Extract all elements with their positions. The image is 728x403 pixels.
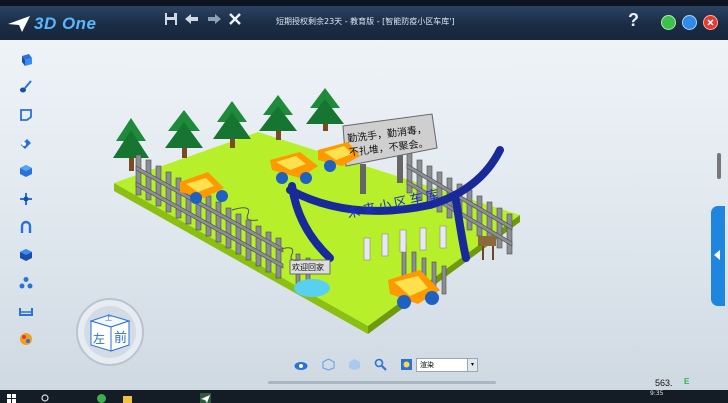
title-bar: 3D One 短期授权剩余23天 - 教育版 - [智能防疫小区车库'] ? [0,0,728,40]
title-strip [0,0,728,6]
eye-icon[interactable] [294,359,308,377]
view-cube-top-label[interactable]: 上 [105,313,112,323]
start-icon[interactable] [6,391,17,403]
app-logo[interactable]: 3D One [8,12,97,36]
brush-icon[interactable] [16,77,36,97]
side-indicator [717,153,721,179]
view-cube-front-label[interactable]: 前 [114,327,127,346]
save-icon[interactable] [164,12,178,32]
restore-button[interactable] [682,15,697,30]
welcome-sign-text: 欢迎回家 [292,263,324,272]
app-window: 3D One 短期授权剩余23天 - 教育版 - [智能防疫小区车库'] ? 勤… [0,0,728,403]
shaded-icon[interactable] [348,358,361,376]
3done-taskbar-icon[interactable] [200,391,211,403]
edit-shape-icon[interactable] [16,133,36,153]
material-icon[interactable] [16,329,36,349]
sketch-icon[interactable] [16,105,36,125]
close-button[interactable] [703,15,718,30]
special-feature-icon[interactable] [16,161,36,181]
toolbar-divider [268,381,496,384]
render-mode-select[interactable]: 渲染 ▾ [416,358,478,372]
measure-icon[interactable] [16,301,36,321]
zoom-icon[interactable] [374,358,387,376]
redo-icon[interactable] [207,12,221,32]
expand-panel-tab[interactable] [711,206,725,306]
eval-badge: E [684,377,690,386]
cube-tool-icon[interactable] [16,50,36,70]
browser-icon[interactable] [96,391,107,403]
minimize-button[interactable] [661,15,676,30]
color-icon[interactable] [16,245,36,265]
combine-icon[interactable] [16,217,36,237]
view-cube[interactable]: 上 左 前 [75,297,145,367]
view-icon[interactable] [322,358,335,376]
brand-name: 3D One [34,14,97,33]
render-mode-value: 渲染 [420,361,434,369]
undo-icon[interactable] [185,12,199,32]
taskbar-clock: 9:35 [650,390,664,397]
chevron-down-icon: ▾ [467,359,477,371]
folder-icon[interactable] [122,391,133,403]
pattern-icon[interactable] [16,273,36,293]
help-button[interactable]: ? [628,10,639,31]
coordinate-readout: 563. [655,378,673,388]
search-icon[interactable] [40,391,51,402]
os-taskbar: 9:35 [0,390,728,403]
logo-arrow-icon [8,16,30,32]
close-doc-icon[interactable] [228,12,242,32]
render-icon[interactable] [400,358,413,376]
document-title: 短期授权剩余23天 - 教育版 - [智能防疫小区车库'] [276,17,455,26]
view-cube-left-label[interactable]: 左 [93,330,105,347]
move-icon[interactable] [16,189,36,209]
